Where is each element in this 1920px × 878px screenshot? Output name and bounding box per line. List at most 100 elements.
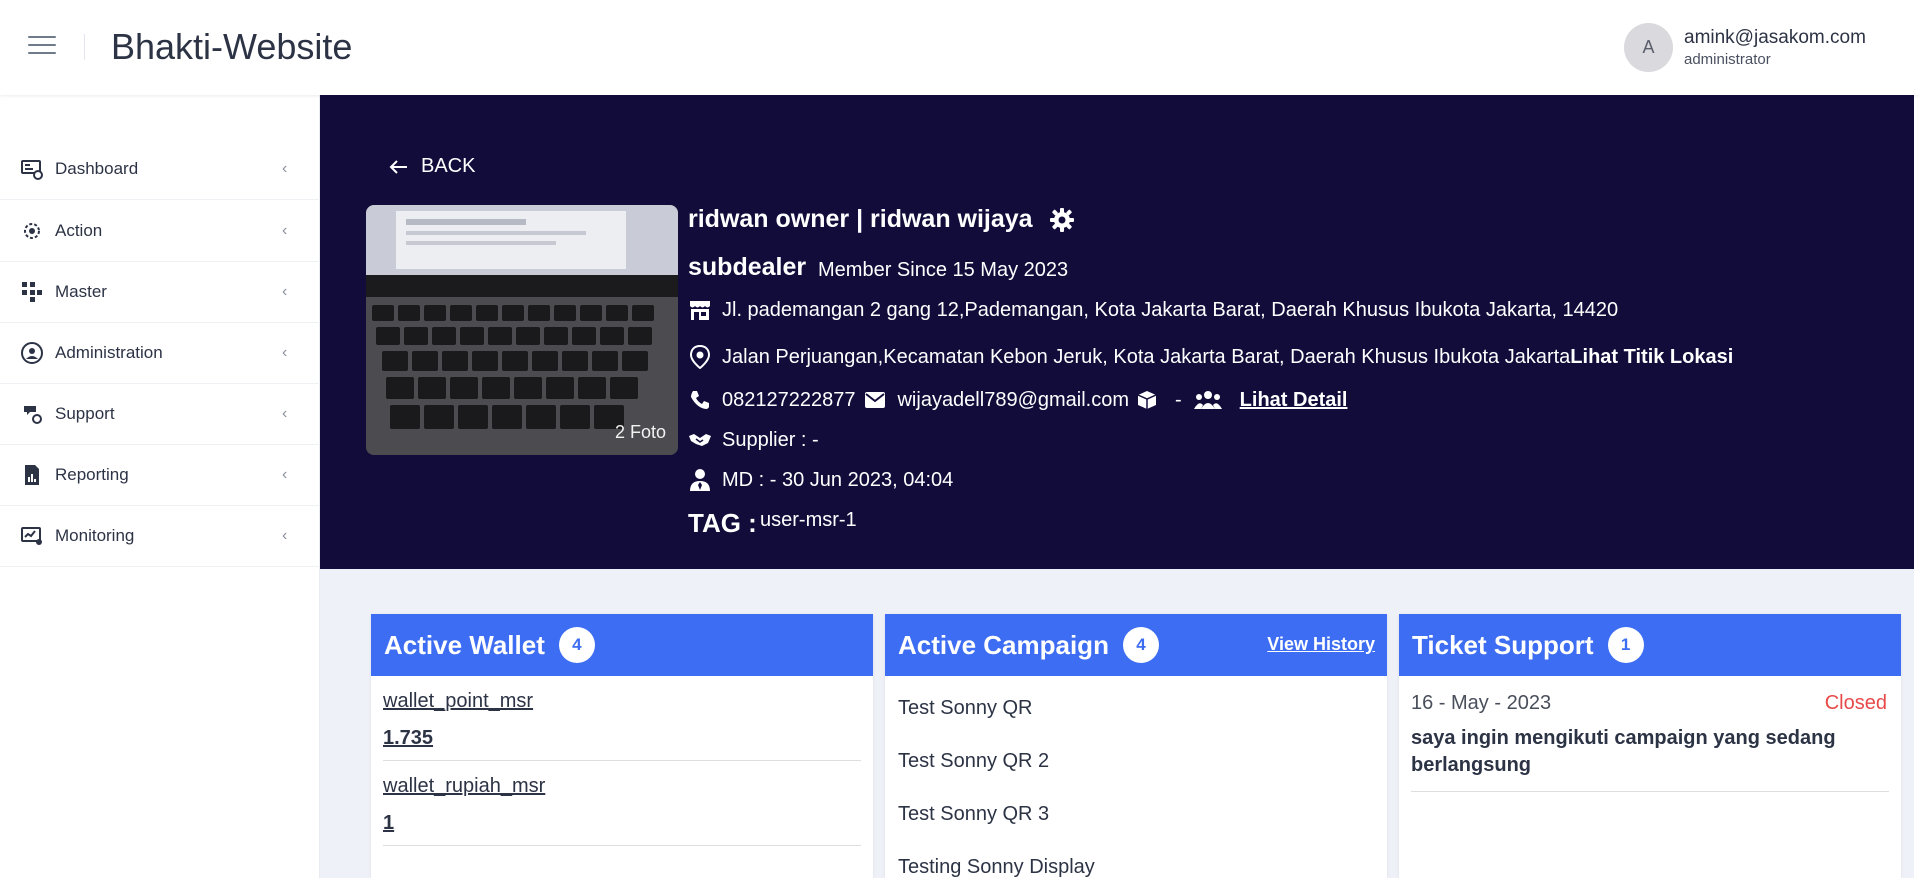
sidebar-item-action[interactable]: Action ‹ — [0, 201, 320, 262]
sidebar-item-label: Master — [55, 282, 107, 301]
supplier-text: Supplier : - — [722, 428, 819, 451]
avatar[interactable]: A — [1624, 23, 1673, 72]
store-icon — [688, 298, 712, 322]
location-pin-icon — [688, 345, 712, 369]
tag-value: user-msr-1 — [760, 509, 857, 531]
support-icon — [24, 406, 42, 424]
wallet-value[interactable]: 1.735 — [383, 727, 861, 750]
store-address-row: Jl. pademangan 2 gang 12,Pademangan, Kot… — [688, 298, 1618, 322]
monitoring-icon — [21, 527, 42, 545]
supplier-row: Supplier : - — [688, 428, 819, 452]
administration-icon — [21, 342, 43, 364]
sidebar-item-administration[interactable]: Administration ‹ — [0, 323, 320, 384]
back-button[interactable]: BACK — [389, 155, 475, 178]
menu-toggle-icon[interactable] — [28, 36, 56, 58]
profile-role: subdealer — [688, 253, 807, 281]
list-item[interactable]: Test Sonny QR 2 — [885, 735, 1387, 788]
reporting-icon — [25, 465, 39, 485]
chevron-left-icon: ‹ — [282, 466, 288, 483]
chevron-left-icon: ‹ — [282, 222, 288, 239]
list-item[interactable]: Testing Sonny Display — [885, 841, 1387, 878]
status-badge: Closed — [1824, 692, 1887, 714]
sidebar-item-label: Monitoring — [55, 526, 135, 545]
user-email[interactable]: amink@jasakom.com — [1684, 27, 1866, 49]
sidebar-item-dashboard[interactable]: Dashboard ‹ — [0, 139, 320, 200]
sidebar-item-master[interactable]: Master ‹ — [0, 262, 320, 323]
action-icon — [24, 223, 40, 239]
sidebar-item-label: Administration — [55, 343, 163, 362]
card-title: Active Wallet — [384, 629, 545, 660]
scrollbar-track[interactable] — [1914, 95, 1920, 878]
profile-header: BACK 2 Foto ridwan owner | ridwan wijaya… — [320, 95, 1914, 569]
ticket-item[interactable]: 16 - May - 2023 Closed saya ingin mengik… — [1411, 676, 1889, 792]
list-item: wallet_point_msr 1.735 — [383, 676, 861, 761]
count-badge: 4 — [558, 627, 595, 663]
profile-name-text: ridwan owner | ridwan wijaya — [688, 205, 1033, 233]
handshake-icon — [688, 428, 712, 452]
user-tie-icon — [688, 468, 712, 492]
list-item[interactable]: Test Sonny QR 3 — [885, 788, 1387, 841]
location-link[interactable]: Lihat Titik Lokasi — [1570, 346, 1733, 369]
wallet-value[interactable]: 1 — [383, 812, 861, 835]
chevron-left-icon: ‹ — [282, 405, 288, 422]
card-title: Active Campaign — [898, 629, 1109, 660]
arrow-left-icon — [389, 159, 407, 174]
chevron-left-icon: ‹ — [282, 344, 288, 361]
contact-row: 082127222877 wijayadell789@gmail.com - L… — [688, 388, 1347, 412]
sidebar-item-reporting[interactable]: Reporting ‹ — [0, 445, 320, 506]
divider — [84, 34, 85, 60]
card-header: Ticket Support 1 — [1399, 614, 1901, 676]
chevron-left-icon: ‹ — [282, 527, 288, 544]
phone-number[interactable]: 082127222877 — [722, 389, 855, 412]
laptop-photo — [366, 205, 678, 455]
sidebar-item-label: Support — [55, 404, 115, 423]
list-item: wallet_rupiah_msr 1 — [383, 761, 861, 846]
app-title: Bhakti-Website — [111, 26, 353, 67]
email-address[interactable]: wijayadell789@gmail.com — [897, 389, 1129, 412]
location-row: Jalan Perjuangan,Kecamatan Kebon Jeruk, … — [688, 345, 1733, 369]
phone-icon — [688, 388, 712, 412]
sidebar-item-label: Dashboard — [55, 159, 139, 178]
wallet-name[interactable]: wallet_point_msr — [383, 690, 861, 713]
location-address: Jalan Perjuangan,Kecamatan Kebon Jeruk, … — [722, 345, 1571, 368]
chevron-left-icon: ‹ — [282, 283, 288, 300]
count-badge: 1 — [1607, 627, 1644, 663]
sidebar-item-label: Action — [55, 221, 103, 240]
chevron-left-icon: ‹ — [282, 160, 288, 177]
ticket-support-card: Ticket Support 1 16 - May - 2023 Closed … — [1399, 614, 1901, 878]
count-badge: 4 — [1122, 627, 1159, 663]
box-value: - — [1175, 388, 1182, 411]
profile-photo[interactable]: 2 Foto — [366, 205, 678, 455]
user-role: administrator — [1684, 51, 1771, 68]
view-history-link[interactable]: View History — [1267, 634, 1375, 655]
sidebar-item-support[interactable]: Support ‹ — [0, 384, 320, 445]
sidebar-item-label: Reporting — [55, 465, 129, 484]
box-icon — [1135, 388, 1159, 412]
card-header: Active Campaign 4 View History — [885, 614, 1387, 676]
photo-count: 2 Foto — [614, 422, 666, 442]
back-label: BACK — [421, 155, 476, 177]
wallet-name[interactable]: wallet_rupiah_msr — [383, 775, 861, 798]
active-campaign-card: Active Campaign 4 View History Test Sonn… — [885, 614, 1387, 878]
md-row: MD : - 30 Jun 2023, 04:04 — [688, 468, 953, 492]
active-wallet-card: Active Wallet 4 wallet_point_msr 1.735 w… — [371, 614, 873, 878]
tag-label: TAG : — [688, 508, 757, 538]
sidebar-item-monitoring[interactable]: Monitoring ‹ — [0, 506, 320, 567]
md-text: MD : - 30 Jun 2023, 04:04 — [722, 468, 954, 491]
gear-icon[interactable] — [1049, 207, 1075, 233]
email-icon — [863, 388, 887, 412]
top-bar: Bhakti-Website A amink@jasakom.com admin… — [0, 0, 1920, 95]
users-icon — [1193, 388, 1222, 412]
profile-name: ridwan owner | ridwan wijaya — [688, 205, 1075, 234]
ticket-date: 16 - May - 2023 — [1411, 692, 1552, 714]
card-title: Ticket Support — [1412, 629, 1594, 660]
store-address: Jl. pademangan 2 gang 12,Pademangan, Kot… — [722, 298, 1619, 321]
sidebar-nav: Dashboard ‹ Action ‹ Master ‹ Administra… — [0, 95, 320, 878]
card-header: Active Wallet 4 — [371, 614, 873, 676]
member-since: Member Since 15 May 2023 — [818, 259, 1069, 281]
dashboard-icon — [21, 160, 43, 180]
list-item[interactable]: Test Sonny QR — [885, 682, 1387, 735]
master-icon — [22, 282, 42, 302]
detail-link[interactable]: Lihat Detail — [1240, 389, 1348, 412]
ticket-text: saya ingin mengikuti campaign yang sedan… — [1411, 727, 1836, 776]
